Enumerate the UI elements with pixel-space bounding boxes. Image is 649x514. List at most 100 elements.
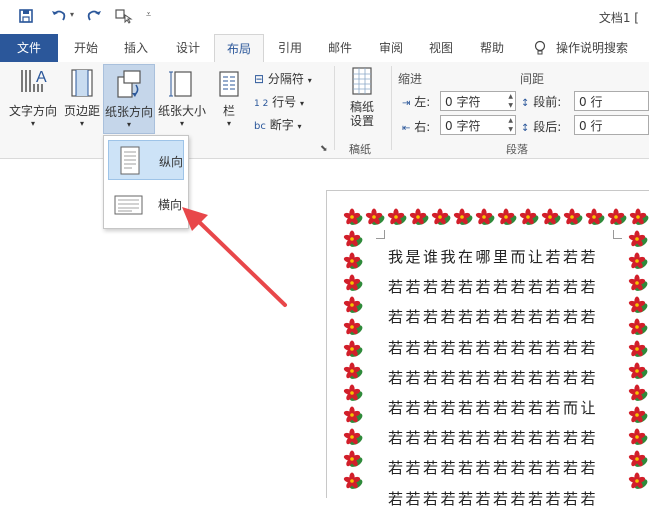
paragraph-line: 若若若若若若若若若若而让 (388, 398, 599, 417)
paragraph-line: 若若若若若若若若若若若若 (388, 278, 599, 297)
columns-button[interactable]: 栏 ▾ (212, 66, 246, 128)
breaks-label: 分隔符 (267, 72, 304, 86)
tab-references[interactable]: 引用 (270, 34, 310, 62)
paragraph-line: 若若若若若若若若若若若若 (388, 308, 599, 327)
paragraph-line: 若若若若若若若若若若若若 (388, 459, 599, 478)
hyphenation-icon: bc (254, 121, 266, 132)
title-bar: ▾ ⩡ 文档1 [ (0, 0, 649, 34)
group-separator (334, 66, 335, 150)
indent-left-input[interactable]: 0 字符 ▲ ▼ (440, 91, 516, 111)
orientation-label: 纸张方向 (104, 105, 153, 119)
size-label: 纸张大小 (157, 104, 206, 118)
text-direction-icon: A (21, 69, 47, 92)
dropdown-arrow-icon: ▾ (79, 119, 84, 128)
draft-paper-button[interactable]: 稿纸 设置 (340, 66, 384, 128)
paragraph-line: 若若若若若若若若若若若若 (388, 429, 599, 448)
columns-label: 栏 (222, 104, 235, 118)
hyphenation-button[interactable]: bc 断字 ▾ (254, 116, 302, 133)
undo-dropdown-icon[interactable]: ▾ (70, 10, 74, 19)
spinner-icon[interactable]: ▲ ▼ (508, 92, 513, 110)
draft-paper-label: 稿纸 设置 (349, 100, 374, 128)
crop-mark (613, 230, 622, 239)
hyphenation-label: 断字 (269, 118, 294, 132)
orientation-icon (117, 70, 141, 98)
tab-layout[interactable]: 布局 (214, 34, 264, 64)
crop-mark (376, 230, 385, 239)
document-title: 文档1 [ (598, 11, 639, 25)
draft-paper-icon (352, 67, 372, 95)
tab-file[interactable]: 文件 (0, 34, 58, 62)
space-before-input[interactable]: 0 行 (574, 91, 649, 111)
tab-view[interactable]: 视图 (421, 34, 461, 62)
lightbulb-icon (534, 40, 546, 59)
annotation-arrow (182, 207, 287, 307)
tab-review[interactable]: 审阅 (371, 34, 411, 62)
line-numbers-icon: 1 2 (254, 99, 269, 109)
size-icon (169, 71, 192, 97)
tell-me-search[interactable]: 操作说明搜索 (556, 34, 646, 62)
space-after-label: 段后: (533, 120, 562, 134)
indent-left-label: 左: (414, 95, 431, 109)
customize-qat-icon[interactable]: ⩡ (146, 10, 151, 20)
tab-design[interactable]: 设计 (168, 34, 208, 62)
tab-help[interactable]: 帮助 (472, 34, 512, 62)
orientation-menu: 纵向 横向 (103, 135, 189, 229)
indent-right-row: ⇤ 右: (402, 118, 430, 135)
indent-right-input[interactable]: 0 字符 ▲ ▼ (440, 115, 516, 135)
dropdown-arrow-icon: ▾ (307, 76, 312, 85)
breaks-button[interactable]: ⊟ 分隔符 ▾ (254, 70, 312, 87)
paragraph-line: 若若若若若若若若若若若若 (388, 489, 599, 508)
orientation-landscape-item[interactable]: 横向 (108, 184, 184, 224)
indent-right-label: 右: (414, 120, 431, 134)
space-after-input[interactable]: 0 行 (574, 115, 649, 135)
indent-label: 缩进 (398, 72, 423, 86)
paragraph-line: 若若若若若若若若若若若若 (388, 368, 599, 387)
indent-right-icon: ⇤ (402, 123, 411, 134)
orientation-button[interactable]: 纸张方向 ▾ (103, 64, 155, 134)
svg-text:A: A (36, 69, 47, 86)
indent-left-icon: ⇥ (402, 98, 411, 109)
landscape-label: 横向 (158, 198, 183, 212)
portrait-label: 纵向 (159, 155, 184, 169)
page-setup-launcher-icon[interactable]: ⬊ (320, 144, 328, 154)
columns-icon (219, 71, 239, 97)
dropdown-arrow-icon: ▾ (126, 120, 131, 129)
space-before-row: ↕ 段前: (521, 93, 561, 110)
space-before-label: 段前: (533, 95, 562, 109)
margins-button[interactable]: 页边距 ▾ (62, 66, 102, 128)
paragraph-group-label: 段落 (506, 143, 528, 156)
breaks-icon: ⊟ (254, 72, 265, 86)
text-direction-label: 文字方向 (8, 104, 57, 118)
line-numbers-label: 行号 (272, 95, 297, 109)
paragraph-line: 若若若若若若若若若若若若 (388, 338, 599, 357)
dropdown-arrow-icon: ▾ (300, 99, 305, 108)
size-button[interactable]: 纸张大小 ▾ (156, 66, 208, 128)
tab-insert[interactable]: 插入 (116, 34, 156, 62)
portrait-page-icon (120, 146, 140, 175)
spacing-label: 间距 (520, 72, 545, 86)
page-border-flowers (343, 208, 649, 225)
landscape-page-icon (114, 195, 143, 215)
undo-icon[interactable] (50, 8, 68, 28)
tab-home[interactable]: 开始 (66, 34, 106, 62)
margins-icon (71, 69, 93, 97)
space-before-icon: ↕ (521, 98, 530, 109)
touch-mode-icon[interactable] (115, 8, 133, 28)
tab-mailings[interactable]: 邮件 (320, 34, 360, 62)
group-separator (391, 66, 392, 150)
save-icon[interactable] (18, 8, 34, 28)
line-numbers-button[interactable]: 1 2 行号 ▾ (254, 93, 304, 110)
document-body[interactable]: 我是谁我在哪里而让若若若 若若若若若若若若若若若若 若若若若若若若若若若若若 若… (388, 242, 618, 514)
page-border-flowers (343, 230, 363, 489)
indent-left-row: ⇥ 左: (402, 93, 430, 110)
dropdown-arrow-icon: ▾ (179, 119, 184, 128)
orientation-portrait-item[interactable]: 纵向 (108, 140, 184, 180)
redo-icon[interactable] (85, 8, 103, 28)
text-direction-button[interactable]: A 文字方向 ▾ (6, 66, 60, 128)
dropdown-arrow-icon: ▾ (226, 119, 231, 128)
spinner-icon[interactable]: ▲ ▼ (508, 116, 513, 134)
space-after-row: ↕ 段后: (521, 118, 561, 135)
page-border-flowers (628, 230, 648, 489)
margins-label: 页边距 (63, 104, 100, 118)
draft-group-label: 稿纸 (349, 143, 371, 156)
